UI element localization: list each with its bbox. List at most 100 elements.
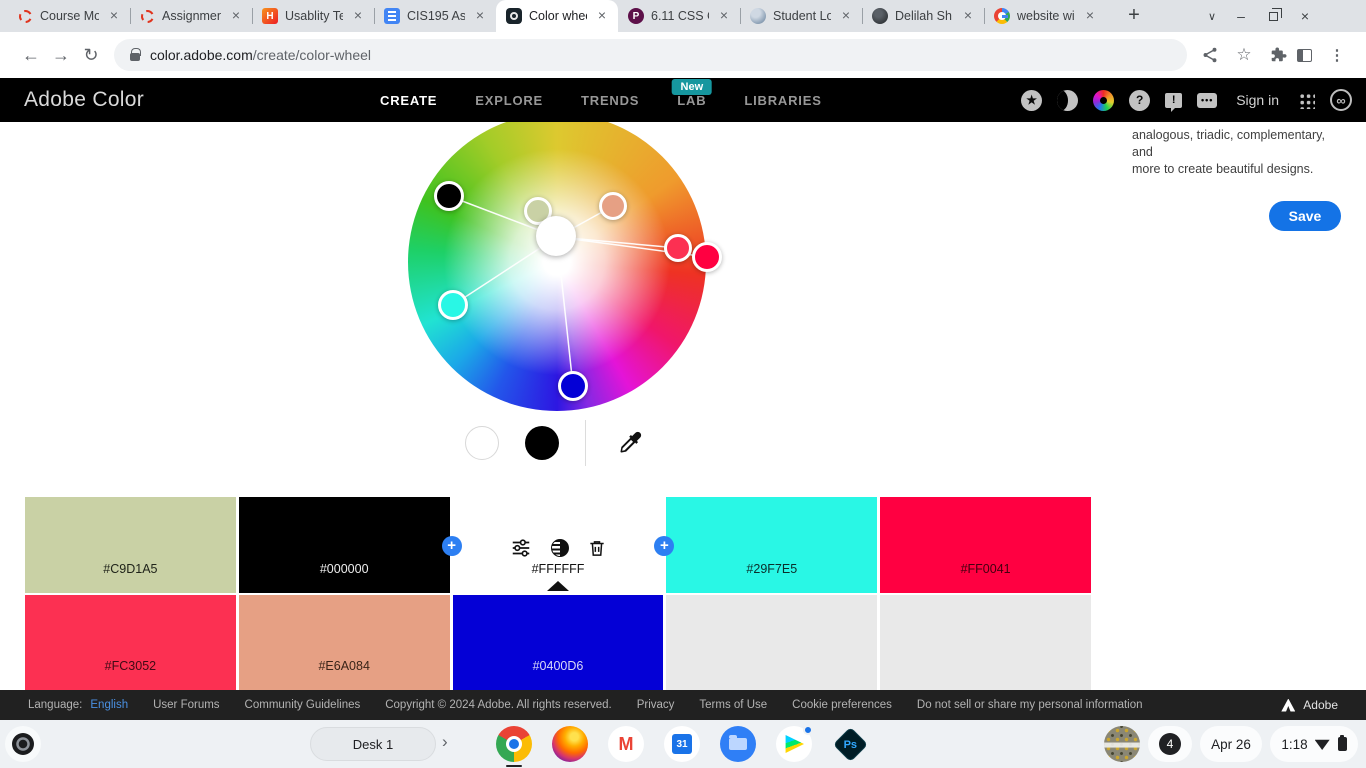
share-icon[interactable] <box>1201 46 1219 64</box>
favorite-star-icon[interactable]: ★ <box>1021 90 1042 111</box>
nav-create[interactable]: CREATE <box>380 93 437 108</box>
wheel-handle-cyan[interactable] <box>438 290 468 320</box>
help-icon[interactable]: ? <box>1129 90 1150 111</box>
contrast-check-icon[interactable] <box>551 539 569 557</box>
notification-counter[interactable]: 4 <box>1148 726 1192 762</box>
swatch-29f7e5[interactable]: #29F7E5 <box>666 497 877 593</box>
calendar-app-icon[interactable]: 31 <box>664 726 700 762</box>
tab-close-icon[interactable]: × <box>838 8 854 24</box>
browser-tab-assignments[interactable]: Assignmen × <box>130 0 252 32</box>
feedback-icon[interactable]: ! <box>1165 93 1182 108</box>
tab-title: Student Lo <box>773 9 831 23</box>
footer-link-terms[interactable]: Terms of Use <box>699 699 767 711</box>
filter-sliders-icon[interactable] <box>509 537 533 559</box>
date-display[interactable]: Apr 26 <box>1200 726 1262 762</box>
wheel-handle-black[interactable] <box>434 181 464 211</box>
footer-link-privacy[interactable]: Privacy <box>637 699 675 711</box>
wheel-handle-blue[interactable] <box>558 371 588 401</box>
files-app-icon[interactable] <box>720 726 756 762</box>
browser-tab-course-modules[interactable]: Course Mo × <box>8 0 130 32</box>
swatch-fc3052[interactable]: #FC3052 <box>25 595 236 690</box>
add-swatch-left-button[interactable]: + <box>442 536 462 556</box>
contrast-theme-icon[interactable] <box>1057 90 1078 111</box>
back-icon[interactable]: ← <box>16 40 46 70</box>
nav-trends[interactable]: TRENDS <box>581 93 639 108</box>
lock-icon[interactable] <box>130 53 140 61</box>
wheel-handle-salmon[interactable] <box>599 192 627 220</box>
tab-close-icon[interactable]: × <box>106 8 122 24</box>
desk-next-chevron-icon[interactable]: › <box>442 732 448 752</box>
status-area[interactable]: 1:18 <box>1270 726 1358 762</box>
photoshop-app-icon[interactable]: Ps <box>832 726 868 762</box>
footer-link-user-forums[interactable]: User Forums <box>153 699 219 711</box>
swatch-empty-1[interactable] <box>666 595 877 690</box>
extensions-puzzle-icon[interactable] <box>1269 46 1287 64</box>
trash-icon[interactable] <box>587 538 607 559</box>
tab-close-icon[interactable]: × <box>350 8 366 24</box>
white-shade-selector[interactable] <box>465 426 499 460</box>
footer-link-do-not-sell[interactable]: Do not sell or share my personal informa… <box>917 699 1143 711</box>
play-store-app-icon[interactable] <box>776 726 812 762</box>
color-wheel-icon[interactable] <box>1093 90 1114 111</box>
browser-tab-student-login[interactable]: Student Lo × <box>740 0 862 32</box>
language-link[interactable]: English <box>90 699 128 711</box>
refresh-icon[interactable]: ↻ <box>76 40 106 70</box>
swatch-c9d1a5[interactable]: #C9D1A5 <box>25 497 236 593</box>
browser-tab-delilah[interactable]: Delilah Sh × <box>862 0 984 32</box>
user-avatar[interactable] <box>1104 726 1140 762</box>
window-close-button[interactable]: × <box>1290 2 1320 30</box>
tab-close-icon[interactable]: × <box>472 8 488 24</box>
nav-explore[interactable]: EXPLORE <box>475 93 543 108</box>
sign-in-link[interactable]: Sign in <box>1236 92 1279 108</box>
tab-title: website wi <box>1017 9 1075 23</box>
window-minimize-button[interactable]: – <box>1226 2 1256 30</box>
wheel-handle-pink[interactable] <box>664 234 692 262</box>
forward-icon[interactable]: → <box>46 40 76 70</box>
firefox-app-icon[interactable] <box>552 726 588 762</box>
side-panel-icon[interactable] <box>1297 49 1312 62</box>
browser-tab-css-pearson[interactable]: P 6.11 CSS C × <box>618 0 740 32</box>
gmail-app-icon[interactable]: M <box>608 726 644 762</box>
tab-search-chevron-icon[interactable]: ∨ <box>1200 10 1224 23</box>
footer-link-cookie-preferences[interactable]: Cookie preferences <box>792 699 892 711</box>
clock: 1:18 <box>1281 737 1307 752</box>
color-wheel[interactable] <box>408 113 706 411</box>
address-bar-input[interactable]: color.adobe.com/create/color-wheel <box>114 39 1187 71</box>
tab-close-icon[interactable]: × <box>228 8 244 24</box>
tab-close-icon[interactable]: × <box>594 8 610 24</box>
swatch-e6a084[interactable]: #E6A084 <box>239 595 450 690</box>
save-button[interactable]: Save <box>1269 201 1341 231</box>
desk-switcher[interactable]: Desk 1 <box>310 727 436 761</box>
nav-libraries[interactable]: LIBRARIES <box>744 93 821 108</box>
globe-dark-favicon <box>872 8 888 24</box>
tab-close-icon[interactable]: × <box>1082 8 1098 24</box>
browser-tab-website-search[interactable]: website wi × <box>984 0 1106 32</box>
swatch-0400d6[interactable]: #0400D6 <box>453 595 664 690</box>
footer-link-community-guidelines[interactable]: Community Guidelines <box>245 699 361 711</box>
swatch-000000[interactable]: #000000 <box>239 497 450 593</box>
black-shade-selector[interactable] <box>525 426 559 460</box>
launcher-button[interactable] <box>5 726 41 762</box>
new-tab-button[interactable]: + <box>1120 2 1148 30</box>
messages-icon[interactable]: ••• <box>1197 93 1217 108</box>
browser-tab-color-wheel-active[interactable]: Color whee × <box>496 0 618 32</box>
browser-menu-kebab-icon[interactable]: ⋮ <box>1322 40 1352 70</box>
browser-tab-cis195[interactable]: CIS195 As × <box>374 0 496 32</box>
wheel-handle-red[interactable] <box>692 242 722 272</box>
swatch-ff0041[interactable]: #FF0041 <box>880 497 1091 593</box>
nav-lab[interactable]: LABNew <box>677 93 706 108</box>
adobe-color-logo[interactable]: Adobe Color <box>24 88 144 112</box>
tab-close-icon[interactable]: × <box>716 8 732 24</box>
chrome-app-icon[interactable] <box>496 726 532 762</box>
swatch-empty-2[interactable] <box>880 595 1091 690</box>
eyedropper-icon[interactable] <box>616 429 644 457</box>
wheel-handle-center[interactable] <box>536 216 576 256</box>
browser-tab-usability[interactable]: H Usablity Te × <box>252 0 374 32</box>
window-restore-button[interactable] <box>1258 2 1288 30</box>
creative-cloud-icon[interactable]: ∞ <box>1330 89 1352 111</box>
swatch-ffffff-selected[interactable]: + + #FFFFFF <box>453 497 664 593</box>
apps-grid-icon[interactable] <box>1298 92 1315 109</box>
handle-connector-lines <box>408 113 706 411</box>
bookmark-star-icon[interactable]: ☆ <box>1229 40 1259 70</box>
tab-close-icon[interactable]: × <box>960 8 976 24</box>
